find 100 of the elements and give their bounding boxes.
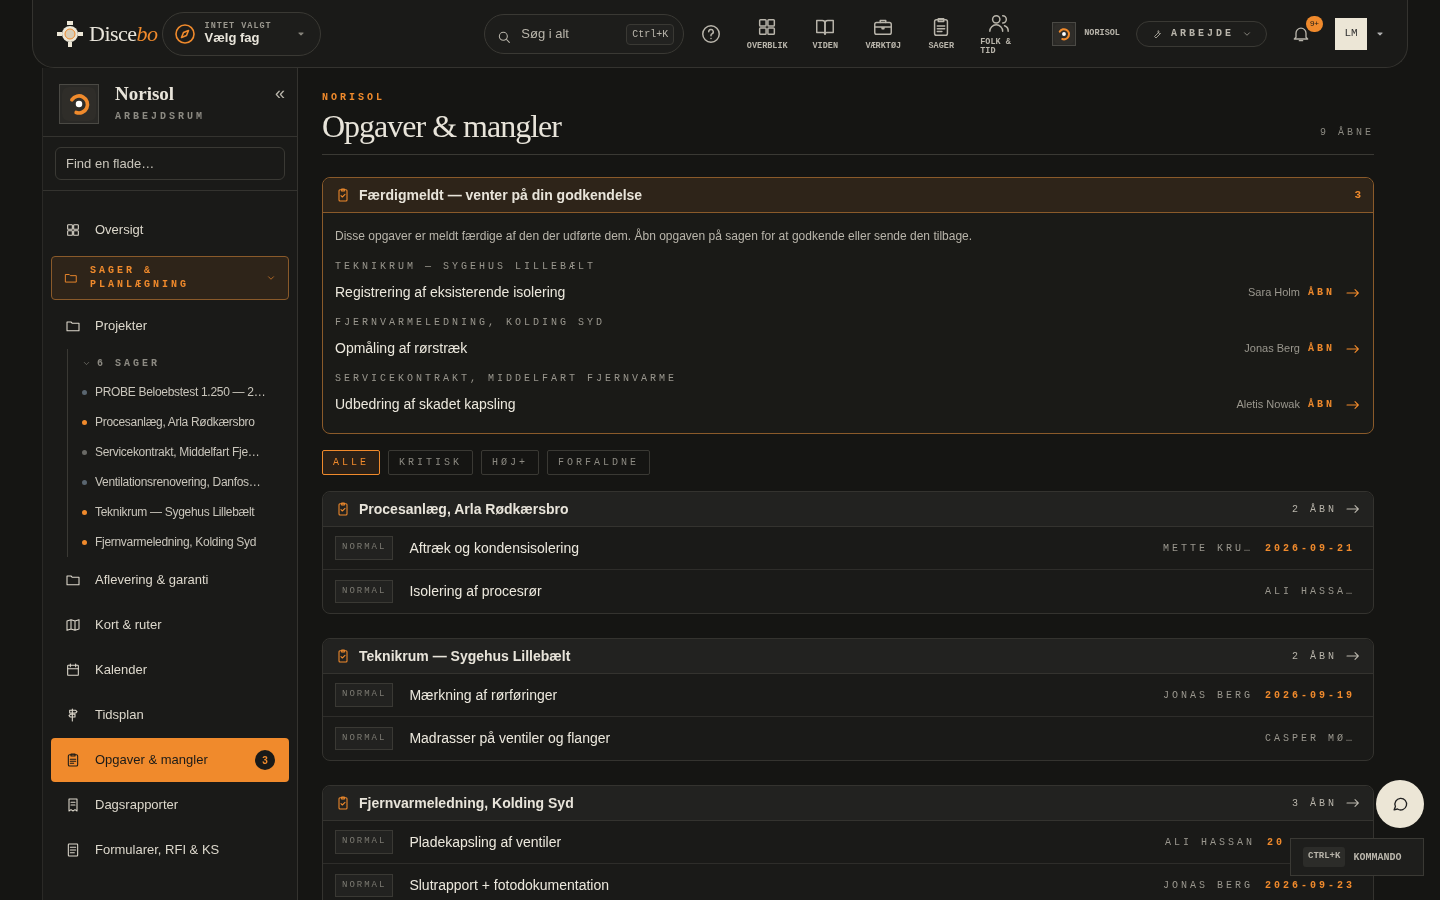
assignee: JONAS BERG	[1162, 879, 1253, 894]
case-link[interactable]: Procesanlæg, Arla Rødkærsbro	[82, 407, 255, 437]
open-link[interactable]: ÅBN	[1308, 284, 1361, 301]
sidebar-item[interactable]: Projekter	[51, 304, 289, 348]
clipboard-icon	[65, 752, 81, 768]
filter-field[interactable]: Find en flade…	[55, 147, 285, 180]
user-avatar[interactable]: LM	[1335, 17, 1367, 50]
sidebar-item[interactable]: Tidsplan	[51, 693, 289, 737]
task-title[interactable]: Madrasser på ventiler og flanger	[409, 728, 1265, 750]
receipt-icon	[65, 797, 81, 813]
task-title: Udbedring af skadet kapsling	[335, 395, 517, 415]
grid-icon	[65, 222, 81, 238]
case-link[interactable]: PROBE Beloebstest 1.250 — 2…	[82, 377, 266, 407]
case-label: FJERNVARMELEDNING, KOLDING SYD	[335, 316, 607, 331]
group-title: Fjernvarmeledning, Kolding Syd	[359, 793, 575, 813]
group-open-link[interactable]: 2 ÅBN	[1292, 648, 1361, 665]
sidebar-item[interactable]: Oversigt	[51, 208, 289, 252]
filter-tab[interactable]: KRITISK	[388, 450, 474, 476]
clipboard-check-icon	[335, 795, 351, 812]
assignee: METTE KRU…	[1162, 541, 1253, 556]
case-label: TEKNIKRUM — SYGEHUS LILLEBÆLT	[335, 260, 598, 275]
case-link[interactable]: Teknikrum — Sygehus Lillebælt	[82, 497, 255, 527]
sidebar-item[interactable]: Dagsrapporter	[51, 783, 289, 827]
chat-button[interactable]	[1376, 780, 1424, 828]
case-label: SERVICEKONTRAKT, MIDDELFART FJERNVARME	[335, 372, 679, 387]
diving-helmet-logo	[55, 18, 85, 49]
brand-name[interactable]: Discebo	[89, 17, 158, 50]
group-open-link[interactable]: 2 ÅBN	[1292, 501, 1361, 518]
sidebar-item[interactable]: Kalender	[51, 648, 289, 692]
shortcut-hint: Ctrl+K	[626, 23, 675, 45]
task-title[interactable]: Aftræk og kondensisolering	[409, 537, 1163, 559]
clipboard-check-icon	[335, 501, 351, 518]
workspace-subtitle: ARBEJDSRUM	[115, 109, 206, 124]
sidebar-item[interactable]: Aflevering & garanti	[51, 558, 289, 602]
due-date: 2026-09-21	[1265, 541, 1355, 556]
priority-tag: NORMAL	[335, 683, 394, 707]
case-link[interactable]: Servicekontrakt, Middelfart Fje…	[82, 437, 260, 467]
nav-button[interactable]: FOLK & TID	[974, 11, 1025, 56]
person-name: Sara Holm	[1248, 285, 1300, 301]
trade-picker[interactable]: INTET VALGT Vælg fag	[161, 11, 321, 56]
person-name: Aletis Nowak	[1236, 397, 1300, 413]
open-count: 9 ÅBNE	[1320, 125, 1374, 141]
assignee: ALI HASSAN	[1165, 835, 1255, 850]
cases-toggle[interactable]: 6 SAGER	[97, 355, 160, 371]
task-title[interactable]: Pladekapsling af ventiler	[409, 831, 1165, 853]
chevron-icon	[266, 273, 276, 283]
task-title: Opmåling af rørstræk	[335, 339, 469, 359]
case-link[interactable]: Fjernvarmeledning, Kolding Syd	[82, 527, 257, 557]
nav-button[interactable]: SAGER	[916, 15, 967, 52]
task-title[interactable]: Mærkning af rørføringer	[409, 684, 1163, 706]
map-icon	[65, 617, 81, 633]
due-date: 2026-09-19	[1265, 688, 1355, 703]
priority-tag: NORMAL	[335, 873, 394, 898]
help-icon	[700, 22, 723, 45]
document-icon	[65, 842, 81, 858]
signpost-icon	[65, 707, 81, 723]
task-title[interactable]: Slutrapport + fotodokumentation	[409, 875, 1163, 897]
folder-icon	[65, 572, 81, 588]
nav-button[interactable]: OVERBLIK	[742, 15, 793, 52]
compass-icon	[172, 21, 197, 46]
filter-tab[interactable]: ALLE	[322, 450, 380, 476]
workspace-name: NORISOL	[1084, 27, 1120, 40]
person-name: Jonas Berg	[1244, 341, 1300, 357]
filter-tab[interactable]: FORFALDNE	[547, 450, 651, 476]
clipboard-check-icon	[335, 187, 351, 204]
filter-tab[interactable]: HØJ+	[481, 450, 540, 476]
priority-tag: NORMAL	[335, 536, 394, 560]
page-eyebrow: NORISOL	[322, 91, 386, 105]
case-link[interactable]: Ventilationsrenovering, Danfos…	[82, 467, 261, 497]
group-open-link[interactable]: 3 ÅBN	[1292, 795, 1361, 812]
sidebar-item[interactable]: Kort & ruter	[51, 603, 289, 647]
task-title[interactable]: Isolering af procesrør	[409, 581, 1265, 603]
mode-selector[interactable]: ARBEJDE	[1136, 20, 1267, 47]
priority-tag: NORMAL	[335, 579, 394, 604]
due-date: 2026-09-23	[1265, 879, 1355, 894]
collapse-button[interactable]: «	[275, 84, 285, 102]
count-badge: 3	[255, 750, 275, 770]
approval-count: 3	[1354, 187, 1361, 203]
section-header[interactable]: SAGER & PLANLÆGNING	[51, 256, 289, 300]
task-title: Registrering af eksisterende isolering	[335, 283, 567, 303]
open-link[interactable]: ÅBN	[1308, 396, 1361, 413]
sidebar-item[interactable]: Formularer, RFI & KS	[51, 828, 289, 872]
approval-title: Færdigmeldt — venter på din godkendelse	[359, 185, 644, 205]
command-hint[interactable]: CTRL+K KOMMANDO	[1290, 838, 1424, 876]
folder-icon	[64, 271, 78, 285]
nav-button[interactable]: VIDEN	[800, 15, 851, 52]
calendar-icon	[65, 662, 81, 678]
sidebar-item[interactable]: Opgaver & mangler 3	[51, 738, 289, 782]
priority-tag: NORMAL	[335, 830, 394, 854]
priority-tag: NORMAL	[335, 726, 394, 751]
group-title: Procesanlæg, Arla Rødkærsbro	[359, 499, 570, 519]
nav-button[interactable]: VÆRKTØJ	[858, 15, 909, 52]
assignee: CASPER MØ…	[1265, 732, 1355, 747]
workspace-title: Norisol	[115, 84, 176, 105]
open-link[interactable]: ÅBN	[1308, 340, 1361, 357]
folder-icon	[65, 318, 81, 334]
assignee: JONAS BERG	[1162, 688, 1253, 703]
clipboard-check-icon	[335, 648, 351, 665]
assignee: ALI HASSA…	[1265, 585, 1355, 600]
page-title: Opgaver & mangler	[322, 109, 563, 145]
